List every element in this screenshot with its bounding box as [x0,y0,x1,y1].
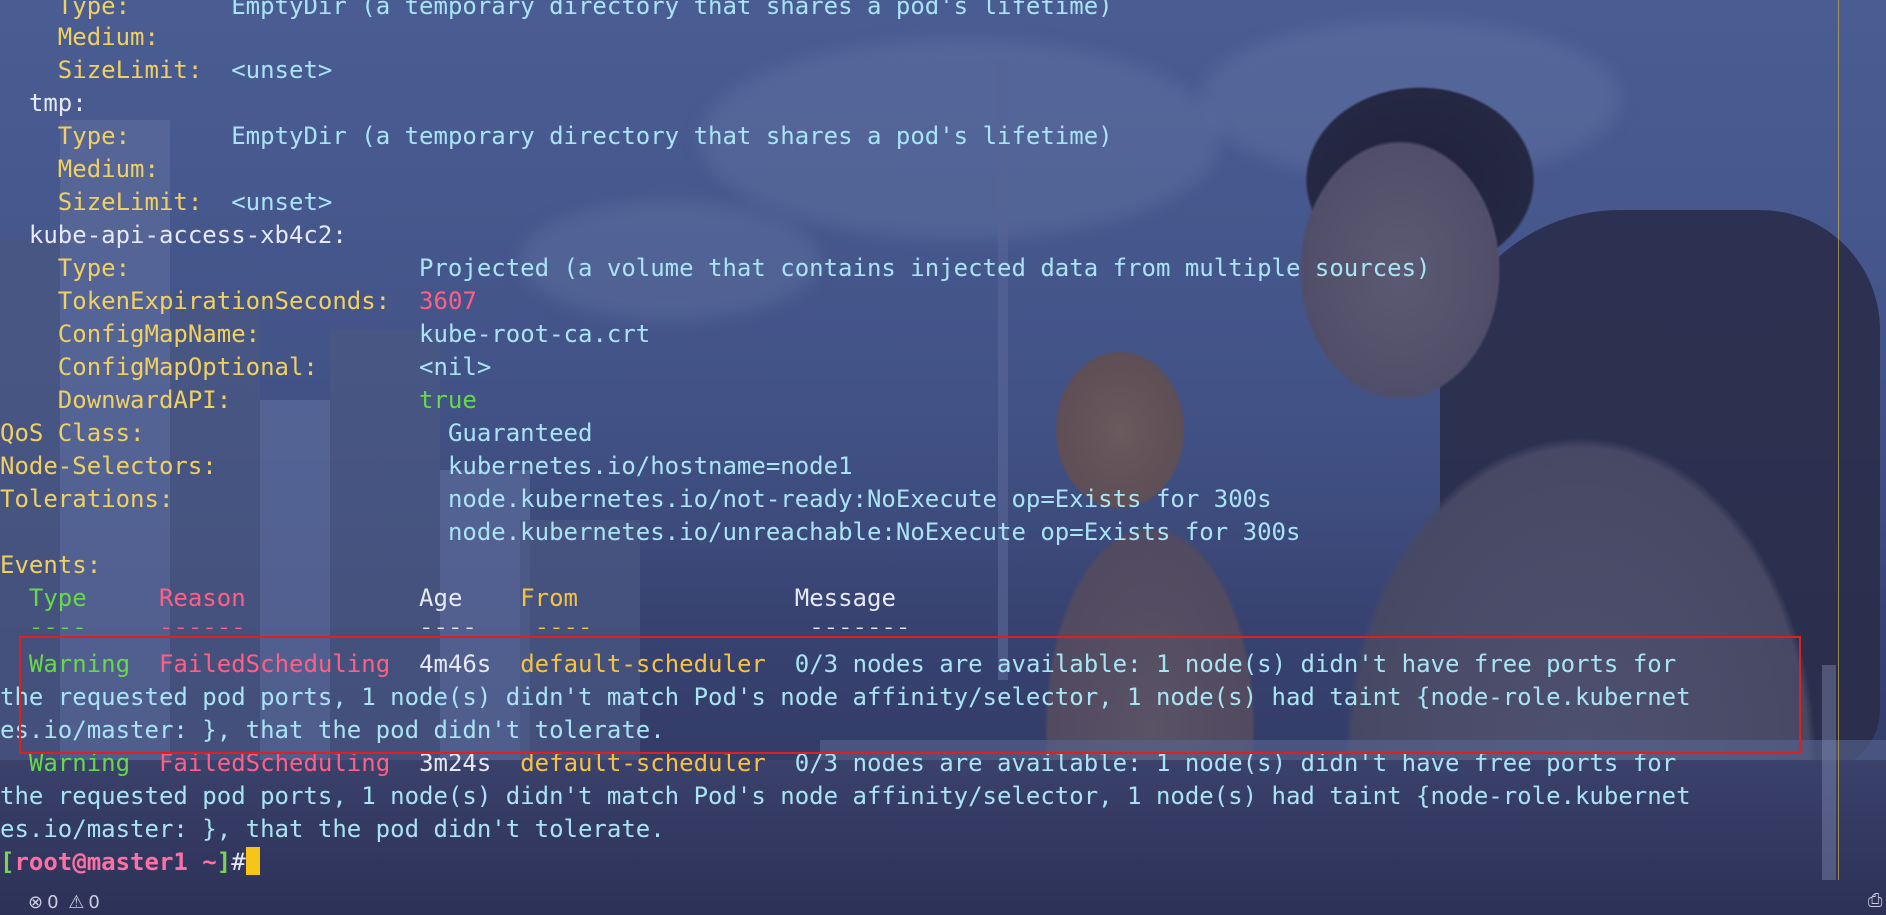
projected-type-line: Type: Projected (a volume that contains … [0,254,1431,282]
qos-class-line: QoS Class: Guaranteed [0,419,593,447]
annotation-highlight-box [19,636,1801,754]
shell-prompt[interactable]: [root@master1 ~]# [0,846,260,879]
error-icon[interactable]: ⊗ [28,892,43,913]
events-table-divider: ---- ------ ---- ---- ------- [28,613,911,629]
volume-line-type-1: Type: EmptyDir (a temporary directory th… [0,0,1113,23]
volume-sizelimit-value: <unset> [231,56,333,84]
event-row-2-line-2: the requested pod ports, 1 node(s) didn'… [0,782,1691,810]
volume-medium-key: Medium: [0,23,159,51]
warning-icon[interactable]: ⚠ [68,892,84,913]
right-margin-guide [1838,0,1839,880]
tolerations-line-1: Tolerations: node.kubernetes.io/not-read… [0,485,1272,513]
volume-line-medium-1: Medium: [0,21,159,54]
volume-name-kube-api-access: kube-api-access-xb4c2: [0,221,347,249]
header-age: Age [419,584,463,612]
volume-type-value: EmptyDir (a temporary directory that sha… [231,0,1113,20]
prompt-user: root [14,848,73,876]
volume-name-tmp: tmp: [0,89,87,117]
terminal-output[interactable]: Type: EmptyDir (a temporary directory th… [0,0,1886,915]
events-heading: Events: [0,551,102,579]
volume-sizelimit-key: SizeLimit: [0,56,203,84]
tolerations-line-2: node.kubernetes.io/unreachable:NoExecute… [447,518,1301,546]
header-from: From [520,584,578,612]
scrollbar-thumb[interactable] [1822,665,1836,880]
downward-api-line: DownwardAPI: true [0,386,477,414]
node-selectors-line: Node-Selectors: kubernetes.io/hostname=n… [0,452,853,480]
prompt-host: master1 [86,848,188,876]
configmap-name-line: ConfigMapName: kube-root-ca.crt [0,320,651,348]
volume-line-medium-2: Medium: [0,155,159,183]
token-expiration-line: TokenExpirationSeconds: 3607 [0,287,477,315]
document-icon[interactable]: ⎙ [1868,890,1886,915]
prompt-path: ~ [187,848,217,876]
header-message: Message [794,584,896,612]
volume-line-type-2: Type: EmptyDir (a temporary directory th… [0,122,1113,150]
header-type: Type [28,584,87,612]
volume-line-sizelimit-1: SizeLimit: <unset> [0,54,333,87]
configmap-optional-line: ConfigMapOptional: <nil> [0,353,492,381]
event-row-2-line-3: es.io/master: }, that the pod didn't tol… [0,815,665,843]
warning-count[interactable]: 0 [88,892,99,913]
text-cursor[interactable] [245,847,260,875]
header-reason: Reason [158,584,246,612]
error-count[interactable]: 0 [47,892,58,913]
volume-line-sizelimit-2: SizeLimit: <unset> [0,188,333,216]
status-bar: ⊗ 0 ⚠ 0 [28,892,104,914]
volume-type-key: Type: [0,0,131,20]
